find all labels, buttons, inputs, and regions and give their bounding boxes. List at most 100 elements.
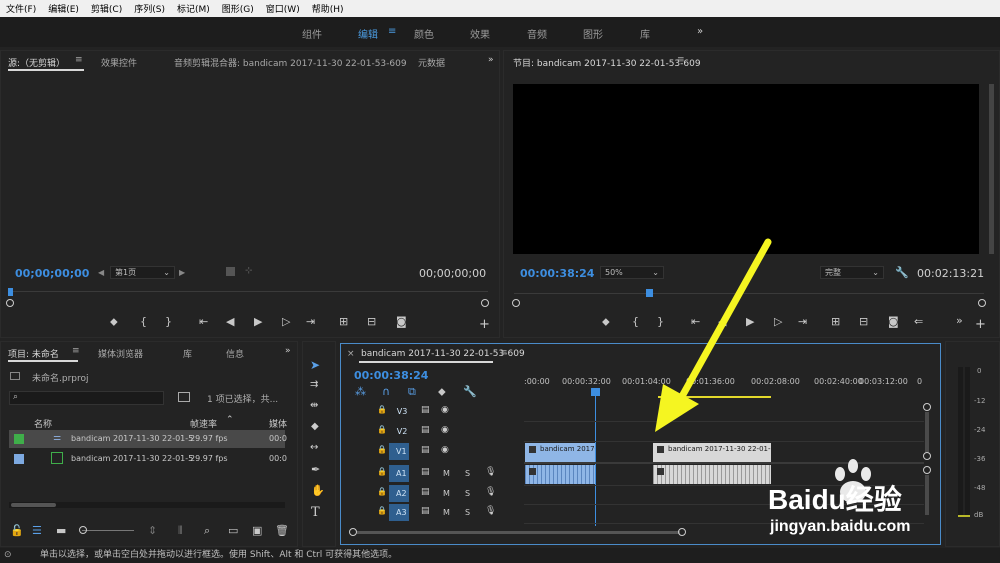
sync-lock-icon[interactable]: ▤	[421, 467, 430, 477]
workspace-graphics[interactable]: 图形	[583, 26, 603, 41]
page-select[interactable]: 第1页 ⌄	[110, 266, 175, 279]
list-view-icon[interactable]: ☰	[32, 525, 42, 537]
selection-tool-icon[interactable]: ➤	[310, 358, 320, 372]
tab-metadata[interactable]: 元数据	[418, 56, 445, 69]
column-frame-rate[interactable]: 帧速率	[190, 417, 217, 430]
program-ruler[interactable]	[514, 293, 984, 307]
extract-icon[interactable]: ⊟	[859, 316, 868, 328]
source-scroll-left[interactable]	[6, 299, 14, 307]
lift-icon[interactable]: ⊞	[831, 316, 840, 328]
pen-tool-icon[interactable]: ✒	[311, 463, 320, 476]
lock-track-icon[interactable]: 🔒	[377, 487, 387, 496]
step-back-icon[interactable]: ◀	[226, 316, 234, 328]
source-ruler[interactable]	[10, 291, 488, 305]
find-icon[interactable]: ⌕	[204, 525, 210, 537]
timeline-settings-icon[interactable]: 🔧	[463, 386, 477, 398]
tab-effect-controls[interactable]: 效果控件	[101, 56, 137, 69]
play-icon[interactable]: ▶	[254, 316, 262, 328]
snap-icon[interactable]: ∩	[382, 386, 390, 398]
new-search-bin-icon[interactable]	[178, 392, 190, 402]
column-media[interactable]: 媒体	[269, 417, 287, 430]
program-scrollbar[interactable]	[989, 84, 994, 254]
icon-view-icon[interactable]: ▬	[56, 525, 66, 537]
timeline-playhead[interactable]	[595, 392, 596, 526]
button-editor-icon[interactable]: +	[479, 317, 490, 332]
tab-audio-clip-mixer[interactable]: 音频剪辑混合器: bandicam 2017-11-30 22-01-53-60…	[174, 56, 407, 69]
workspace-editing[interactable]: 编辑	[358, 26, 378, 41]
razor-tool-icon[interactable]: ◆	[311, 421, 319, 432]
column-name[interactable]: 名称	[34, 417, 52, 430]
sort-icons-icon[interactable]: ⇕	[148, 525, 157, 537]
source-scroll-right[interactable]	[481, 299, 489, 307]
audio-clip-2[interactable]	[653, 465, 771, 484]
zoom-slider[interactable]	[82, 530, 134, 531]
program-timecode[interactable]: 00:00:38:24	[520, 267, 594, 280]
comparison-view-icon[interactable]: ⇐	[914, 316, 923, 328]
program-step-forward-icon[interactable]: ▷	[774, 316, 782, 328]
next-page-icon[interactable]: ▶	[179, 268, 185, 277]
project-scrollbar[interactable]	[9, 502, 285, 508]
tab-info[interactable]: 信息	[226, 347, 244, 360]
program-go-to-in-icon[interactable]: ⇤	[691, 316, 700, 328]
vscroll-video-top[interactable]	[923, 403, 931, 411]
nest-toggle-icon[interactable]: ⁂	[355, 386, 366, 398]
track-select-tool-icon[interactable]: ⇉	[310, 379, 318, 390]
project-menu-icon[interactable]: ≡	[72, 346, 80, 356]
lock-track-icon[interactable]: 🔒	[377, 405, 387, 414]
sort-ascending-icon[interactable]: ⌃	[226, 415, 234, 425]
safe-margin-icon[interactable]	[226, 267, 235, 276]
audio-clip-1[interactable]	[525, 465, 595, 484]
program-mark-in-icon[interactable]: {	[632, 316, 639, 328]
quality-select[interactable]: 完整 ⌄	[820, 266, 884, 279]
track-label[interactable]: V3	[392, 403, 412, 420]
program-play-icon[interactable]: ▶	[746, 316, 754, 328]
playhead-handle[interactable]	[591, 388, 600, 396]
trash-icon[interactable]: 🗑	[275, 525, 289, 537]
tab-media-browser[interactable]: 媒体浏览器	[98, 347, 143, 360]
menu-window[interactable]: 窗口(W)	[260, 2, 306, 15]
program-scroll-left[interactable]	[512, 299, 520, 307]
tab-project[interactable]: 项目: 未命名	[8, 347, 59, 360]
source-timecode[interactable]: 00;00;00;00	[15, 267, 89, 280]
mark-in-icon[interactable]: {	[140, 316, 147, 328]
lock-track-icon[interactable]: 🔒	[377, 445, 387, 454]
close-tab-icon[interactable]: ×	[347, 349, 355, 359]
lock-icon[interactable]: 🔓	[10, 525, 24, 537]
sync-lock-icon[interactable]: ▤	[421, 445, 430, 455]
project-row[interactable]: bandicam 2017-11-30 22-01-5 29.97 fps 00…	[9, 450, 287, 468]
new-item-icon[interactable]: ▣	[252, 525, 262, 537]
mute-button[interactable]: M	[443, 489, 450, 498]
workspace-libraries[interactable]: 库	[640, 26, 650, 41]
sync-lock-icon[interactable]: ▤	[421, 425, 430, 435]
slip-tool-icon[interactable]: ↔	[310, 442, 318, 453]
eye-icon[interactable]: ◉	[441, 405, 449, 415]
tab-libraries[interactable]: 库	[183, 347, 192, 360]
eye-icon[interactable]: ◉	[441, 425, 449, 435]
program-add-marker-icon[interactable]: ⬥	[602, 316, 610, 328]
voiceover-mic-icon[interactable]: 🎙	[485, 467, 496, 477]
menu-marker[interactable]: 标记(M)	[171, 2, 216, 15]
sequence-menu-icon[interactable]: ≡	[500, 348, 508, 358]
workspace-color[interactable]: 颜色	[414, 26, 434, 41]
hscroll-right-handle[interactable]	[678, 528, 686, 536]
new-bin-icon[interactable]: ▭	[228, 525, 238, 537]
program-menu-icon[interactable]: ≡	[677, 55, 685, 65]
export-frame-icon[interactable]: ◙	[396, 316, 407, 328]
automate-icon[interactable]: ⫴	[178, 525, 183, 537]
zoom-slider-handle[interactable]	[79, 526, 87, 534]
timeline-timecode[interactable]: 00:00:38:24	[354, 369, 428, 382]
eye-icon[interactable]: ◉	[441, 445, 449, 455]
lock-track-icon[interactable]: 🔒	[377, 425, 387, 434]
video-clip-2[interactable]: bandicam 2017-11-30 22-01-53-	[653, 443, 771, 462]
fit-icon[interactable]: ⊹	[245, 266, 253, 276]
menu-file[interactable]: 文件(F)	[0, 2, 42, 15]
step-forward-icon[interactable]: ▷	[282, 316, 290, 328]
solo-button[interactable]: S	[465, 489, 470, 498]
workspace-menu-icon[interactable]: ≡	[388, 26, 396, 37]
tab-source[interactable]: 源:（无剪辑）	[8, 56, 65, 69]
menu-clip[interactable]: 剪辑(C)	[85, 2, 128, 15]
ripple-edit-tool-icon[interactable]: ⇹	[310, 400, 318, 411]
menu-sequence[interactable]: 序列(S)	[128, 2, 171, 15]
workspace-assembly[interactable]: 组件	[302, 26, 322, 41]
lock-track-icon[interactable]: 🔒	[377, 467, 387, 476]
